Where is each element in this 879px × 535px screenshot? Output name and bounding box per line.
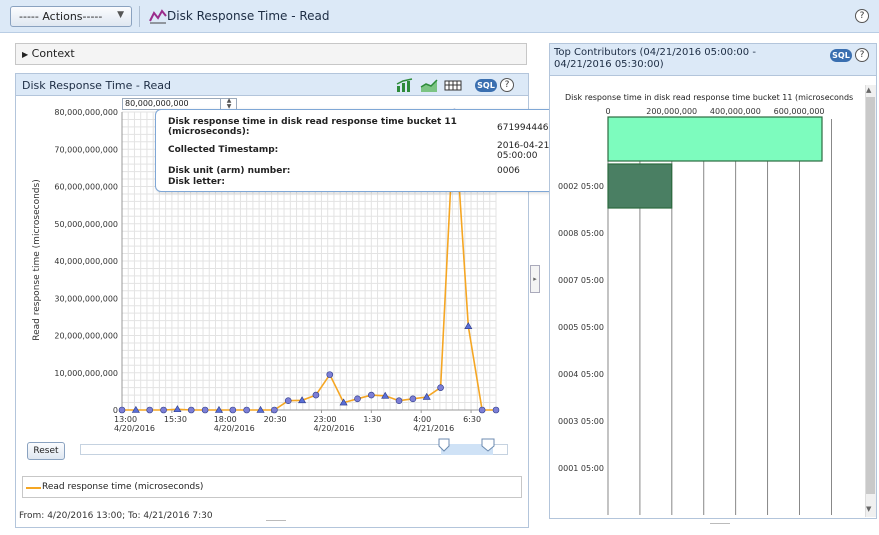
bar-trend-icon[interactable]	[396, 78, 414, 92]
data-point	[409, 395, 417, 403]
y-tick-label: 70,000,000,000	[54, 145, 118, 154]
category-label: 0002 05:00	[558, 182, 604, 191]
navigator-handles[interactable]	[436, 438, 498, 452]
y-tick-label: 50,000,000,000	[54, 220, 118, 229]
y-tick-label: 20,000,000,000	[54, 332, 118, 341]
data-point	[146, 406, 154, 414]
scroll-up-icon[interactable]: ▲	[866, 86, 871, 94]
context-label: Context	[31, 47, 75, 60]
x-tick-label: 600,000,000	[774, 107, 825, 116]
time-range-footer: From: 4/20/2016 13:00; To: 4/21/2016 7:3…	[19, 511, 213, 521]
tooltip-key-2: Collected Timestamp:	[168, 145, 279, 155]
table-view-icon[interactable]	[444, 78, 462, 92]
legend-swatch	[26, 487, 41, 489]
x-tick-label: 13:00	[114, 415, 137, 424]
data-point	[160, 406, 167, 414]
data-point	[118, 406, 126, 414]
x-tick-label: 23:00	[313, 415, 336, 424]
tooltip-value-1: 671994446	[497, 123, 549, 133]
data-point	[284, 397, 292, 404]
data-point	[229, 406, 237, 414]
contributor-bar	[607, 163, 673, 209]
toolbar-divider	[139, 6, 140, 27]
chevron-down-icon: ▼	[117, 10, 124, 20]
help-glyph: ?	[504, 80, 510, 90]
right-sql-button[interactable]: SQL	[830, 49, 852, 62]
left-panel-title: Disk Response Time - Read	[22, 79, 171, 92]
category-label: 0005 05:00	[558, 323, 604, 332]
actions-label: ----- Actions-----	[19, 10, 103, 23]
data-point	[271, 406, 278, 414]
y-tick-label: 30,000,000,000	[54, 294, 118, 303]
right-resize-grip[interactable]	[710, 523, 730, 524]
data-point	[437, 384, 444, 391]
data-point	[187, 406, 195, 414]
splitter-toggle[interactable]: ▸	[530, 265, 540, 293]
y-tick-label: 40,000,000,000	[54, 257, 118, 266]
y-tick-label: 80,000,000,000	[54, 108, 118, 117]
legend-label[interactable]: Read response time (microseconds)	[42, 482, 203, 492]
data-point	[492, 406, 500, 414]
contributors-bar-chart: 0 200,000,000 400,000,000 600,000,000 0002 0…	[558, 107, 832, 515]
x-tick-label: 200,000,000	[646, 107, 697, 116]
x-tick-label: 15:30	[164, 415, 187, 424]
expand-arrow-icon: ▶	[22, 50, 29, 59]
data-point	[368, 391, 375, 399]
right-panel-title: Top Contributors (04/21/2016 05:00:00 - …	[554, 47, 756, 70]
y-tick-label: 10,000,000,000	[54, 369, 118, 378]
area-trend-icon[interactable]	[420, 78, 438, 92]
category-label: 0003 05:00	[558, 417, 604, 426]
y-axis-label: Read response time (microseconds)	[32, 179, 42, 341]
right-chart-title: Disk response time in disk read response…	[565, 93, 854, 102]
y-tick-label: 0	[113, 406, 118, 415]
data-point	[243, 406, 250, 414]
line-chart-icon	[149, 9, 167, 24]
tooltip-key-1: Disk response time in disk read response…	[168, 117, 457, 137]
tooltip-key-3: Disk unit (arm) number:	[168, 166, 291, 176]
x-tick-label: 4:00	[413, 415, 431, 424]
tooltip-key-4: Disk letter:	[168, 177, 225, 187]
data-point	[201, 406, 209, 414]
x-tick-label: 0	[605, 107, 610, 116]
category-label: 0008 05:00	[558, 229, 604, 238]
help-glyph: ?	[859, 50, 865, 60]
x-tick-date: 4/20/2016	[114, 424, 155, 433]
category-label: 0001 05:00	[558, 464, 604, 473]
x-tick-date: 4/20/2016	[313, 424, 354, 433]
data-point	[354, 395, 361, 403]
x-tick-label: 1:30	[363, 415, 381, 424]
data-point	[478, 406, 486, 414]
y-tick-label: 60,000,000,000	[54, 183, 118, 192]
context-section[interactable]: ▶ Context	[15, 43, 527, 65]
category-label: 0007 05:00	[558, 276, 604, 285]
left-panel-help-icon[interactable]: ?	[500, 78, 514, 92]
tooltip-value-2: 2016-04-21 05:00:00	[497, 141, 550, 161]
category-label: 0004 05:00	[558, 370, 604, 379]
x-tick-label: 400,000,000	[710, 107, 761, 116]
resize-grip[interactable]	[266, 520, 286, 521]
contributor-bar	[607, 116, 823, 162]
scrollbar-thumb[interactable]	[866, 97, 875, 494]
actions-dropdown[interactable]: ----- Actions----- ▼	[10, 6, 132, 27]
data-point	[312, 391, 320, 399]
reset-button[interactable]: Reset	[27, 442, 65, 460]
page-title: Disk Response Time - Read	[167, 9, 330, 23]
tooltip-value-3: 0006	[497, 166, 520, 176]
x-tick-label: 18:00	[214, 415, 237, 424]
data-point	[395, 397, 403, 404]
scroll-down-icon[interactable]: ▼	[866, 505, 871, 513]
help-icon[interactable]: ?	[855, 9, 869, 23]
data-point	[326, 371, 334, 378]
sql-button[interactable]: SQL	[475, 79, 497, 92]
x-tick-label: 6:30	[463, 415, 481, 424]
x-tick-date: 4/21/2016	[413, 424, 454, 433]
x-tick-label: 20:30	[264, 415, 287, 424]
x-tick-date: 4/20/2016	[214, 424, 255, 433]
help-glyph: ?	[859, 11, 865, 21]
right-panel-help-icon[interactable]: ?	[855, 48, 869, 62]
